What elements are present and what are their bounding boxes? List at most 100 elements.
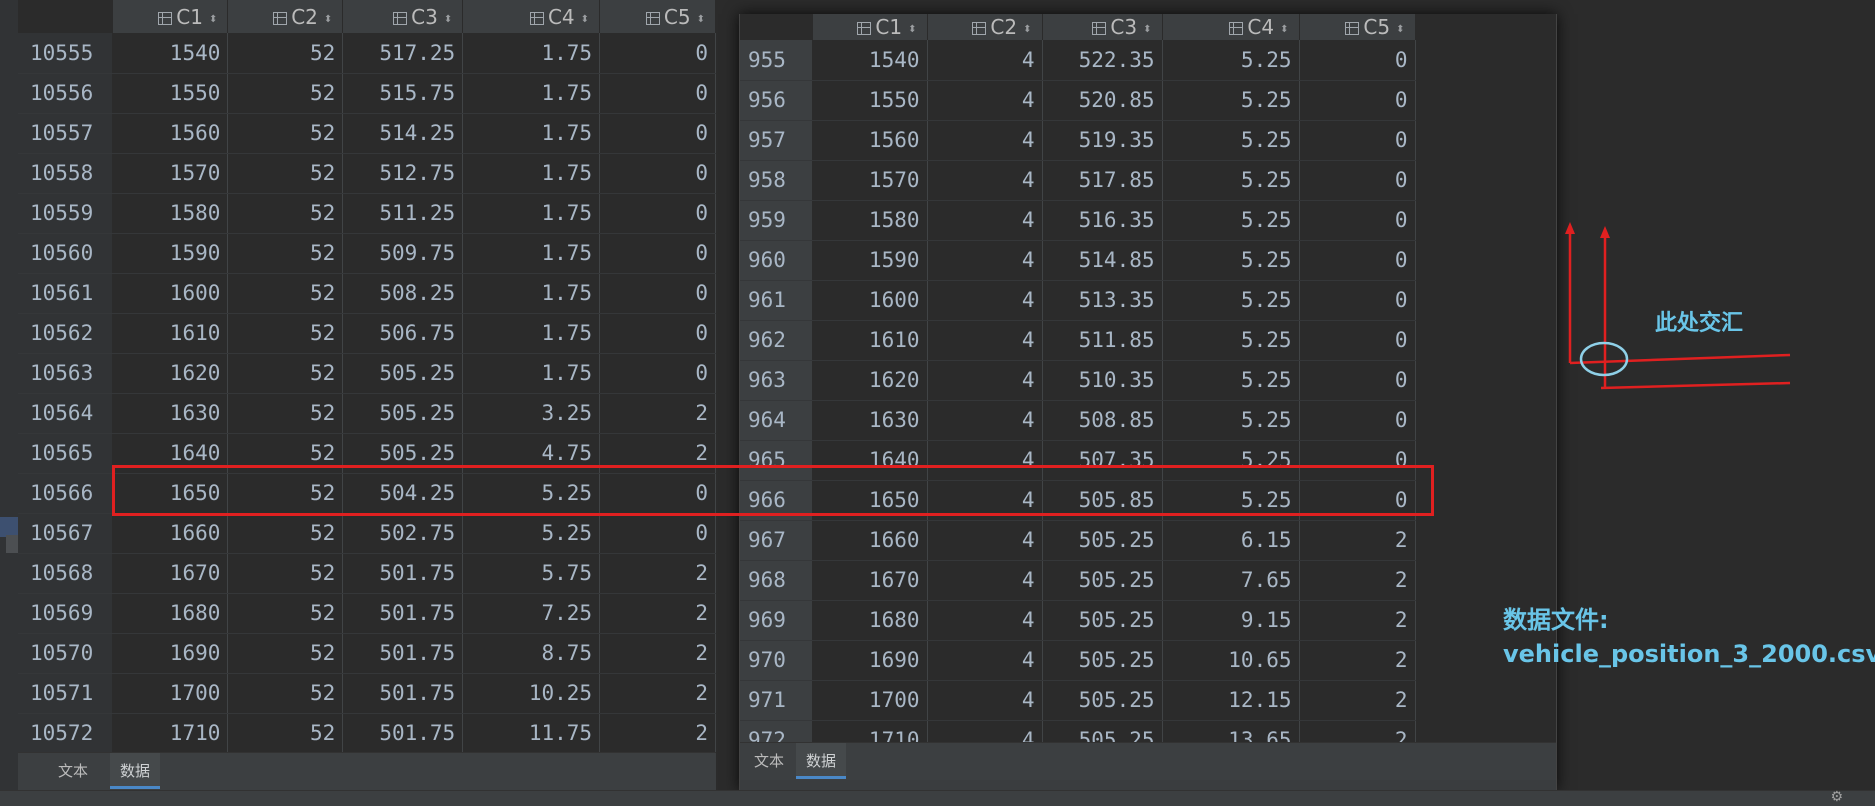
table-row[interactable]: 955 1540 4 522.35 5.25 0 (740, 40, 1416, 81)
sort-arrows-icon[interactable]: ⬍ (1280, 24, 1288, 35)
table-cell-c5[interactable]: 0 (1299, 280, 1416, 321)
table-cell-c5[interactable]: 0 (599, 313, 716, 354)
tab-data[interactable]: 数据 (110, 753, 161, 789)
table-cell-c4[interactable]: 5.75 (462, 553, 601, 594)
table-cell-c2[interactable]: 4 (927, 400, 1043, 441)
table-cell-c2[interactable]: 52 (227, 313, 344, 354)
table-row[interactable]: 958 1570 4 517.85 5.25 0 (740, 160, 1416, 201)
table-row[interactable]: 960 1590 4 514.85 5.25 0 (740, 240, 1416, 281)
table-cell-c3[interactable]: 501.75 (342, 673, 464, 714)
table-cell-c5[interactable]: 0 (1299, 40, 1416, 81)
table-cell-c2[interactable]: 52 (227, 713, 344, 754)
table-cell-c3[interactable]: 514.85 (1042, 240, 1163, 281)
table-row[interactable]: 961 1600 4 513.35 5.25 0 (740, 280, 1416, 321)
table-cell-c2[interactable]: 52 (227, 353, 344, 394)
column-header-c5[interactable]: C5 ⬍ (1299, 14, 1416, 40)
table-row[interactable]: 10559 1580 52 511.25 1.75 0 (18, 193, 716, 234)
table-row[interactable]: 10565 1640 52 505.25 4.75 2 (18, 433, 716, 474)
table-cell-c3[interactable]: 505.25 (342, 393, 464, 434)
table-cell-c2[interactable]: 4 (927, 680, 1043, 721)
table-cell-c5[interactable]: 0 (1299, 80, 1416, 121)
table-cell-c5[interactable]: 2 (1299, 560, 1416, 601)
table-row[interactable]: 971 1700 4 505.25 12.15 2 (740, 680, 1416, 721)
table-cell-c2[interactable]: 52 (227, 33, 344, 74)
table-cell-c3[interactable]: 510.35 (1042, 360, 1163, 401)
table-cell-c4[interactable]: 6.15 (1162, 520, 1300, 561)
table-row[interactable]: 10563 1620 52 505.25 1.75 0 (18, 353, 716, 394)
table-cell-c4[interactable]: 1.75 (462, 273, 601, 314)
table-cell-c1[interactable]: 1640 (812, 440, 928, 481)
table-cell-c5[interactable]: 0 (1299, 400, 1416, 441)
table-cell-c2[interactable]: 4 (927, 160, 1043, 201)
column-header-c1[interactable]: C1 ⬍ (812, 14, 928, 40)
table-cell-c4[interactable]: 5.25 (1162, 480, 1300, 521)
left-grid-scroll-area[interactable]: C1 ⬍ C2 ⬍ C3 ⬍ C4 ⬍ C5 ⬍ 10555 1540 52 517.25 1.7… (18, 0, 716, 754)
table-cell-c2[interactable]: 52 (227, 633, 344, 674)
sort-arrows-icon[interactable]: ⬍ (209, 14, 217, 25)
table-cell-c3[interactable]: 505.25 (1042, 600, 1163, 641)
table-cell-c5[interactable]: 0 (599, 73, 716, 114)
table-cell-c3[interactable]: 505.25 (1042, 560, 1163, 601)
table-row[interactable]: 10557 1560 52 514.25 1.75 0 (18, 113, 716, 154)
table-cell-c5[interactable]: 0 (599, 153, 716, 194)
table-cell-c3[interactable]: 522.35 (1042, 40, 1163, 81)
table-cell-c4[interactable]: 5.25 (1162, 120, 1300, 161)
table-cell-c1[interactable]: 1620 (812, 360, 928, 401)
table-row[interactable]: 965 1640 4 507.35 5.25 0 (740, 440, 1416, 481)
table-cell-c4[interactable]: 1.75 (462, 353, 601, 394)
table-cell-c3[interactable]: 516.35 (1042, 200, 1163, 241)
table-cell-c3[interactable]: 506.75 (342, 313, 464, 354)
table-cell-c5[interactable]: 2 (1299, 520, 1416, 561)
table-row[interactable]: 970 1690 4 505.25 10.65 2 (740, 640, 1416, 681)
table-cell-c1[interactable]: 1600 (812, 280, 928, 321)
table-cell-c5[interactable]: 2 (599, 673, 716, 714)
table-cell-c5[interactable]: 0 (1299, 320, 1416, 361)
table-cell-c3[interactable]: 517.25 (342, 33, 464, 74)
table-cell-c3[interactable]: 505.25 (342, 433, 464, 474)
table-cell-c5[interactable]: 2 (599, 433, 716, 474)
table-row[interactable]: 10560 1590 52 509.75 1.75 0 (18, 233, 716, 274)
table-row[interactable]: 10568 1670 52 501.75 5.75 2 (18, 553, 716, 594)
table-cell-c4[interactable]: 5.25 (1162, 320, 1300, 361)
table-row[interactable]: 10570 1690 52 501.75 8.75 2 (18, 633, 716, 674)
table-cell-c2[interactable]: 52 (227, 473, 344, 514)
table-cell-c4[interactable]: 11.75 (462, 713, 601, 754)
table-cell-c5[interactable]: 2 (1299, 640, 1416, 681)
table-row[interactable]: 964 1630 4 508.85 5.25 0 (740, 400, 1416, 441)
table-cell-c2[interactable]: 52 (227, 593, 344, 634)
table-cell-c3[interactable]: 505.25 (1042, 520, 1163, 561)
table-cell-c5[interactable]: 0 (1299, 200, 1416, 241)
table-cell-c2[interactable]: 52 (227, 553, 344, 594)
tab-text[interactable]: 文本 (744, 743, 794, 779)
table-row[interactable]: 967 1660 4 505.25 6.15 2 (740, 520, 1416, 561)
table-cell-c2[interactable]: 52 (227, 393, 344, 434)
table-cell-c5[interactable]: 0 (1299, 160, 1416, 201)
table-cell-c5[interactable]: 0 (1299, 480, 1416, 521)
table-cell-c1[interactable]: 1570 (812, 160, 928, 201)
table-cell-c1[interactable]: 1630 (812, 400, 928, 441)
table-cell-c5[interactable]: 0 (1299, 360, 1416, 401)
column-header-c3[interactable]: C3 ⬍ (1042, 14, 1163, 40)
table-cell-c3[interactable]: 505.25 (1042, 680, 1163, 721)
table-cell-c2[interactable]: 4 (927, 120, 1043, 161)
table-cell-c5[interactable]: 0 (599, 473, 716, 514)
sort-arrows-icon[interactable]: ⬍ (444, 14, 452, 25)
tab-text[interactable]: 文本 (48, 753, 98, 789)
table-cell-c5[interactable]: 2 (1299, 600, 1416, 641)
table-cell-c5[interactable]: 0 (1299, 440, 1416, 481)
table-cell-c3[interactable]: 519.35 (1042, 120, 1163, 161)
table-cell-c5[interactable]: 2 (599, 593, 716, 634)
table-cell-c2[interactable]: 52 (227, 433, 344, 474)
table-cell-c2[interactable]: 52 (227, 273, 344, 314)
table-cell-c1[interactable]: 1550 (812, 80, 928, 121)
table-cell-c2[interactable]: 4 (927, 640, 1043, 681)
table-cell-c1[interactable]: 1570 (112, 153, 229, 194)
table-cell-c5[interactable]: 0 (1299, 240, 1416, 281)
table-cell-c3[interactable]: 507.35 (1042, 440, 1163, 481)
table-row[interactable]: 10569 1680 52 501.75 7.25 2 (18, 593, 716, 634)
table-row[interactable]: 10561 1600 52 508.25 1.75 0 (18, 273, 716, 314)
table-cell-c2[interactable]: 52 (227, 193, 344, 234)
table-row[interactable]: 956 1550 4 520.85 5.25 0 (740, 80, 1416, 121)
sort-arrows-icon[interactable]: ⬍ (697, 14, 705, 25)
table-cell-c1[interactable]: 1690 (112, 633, 229, 674)
